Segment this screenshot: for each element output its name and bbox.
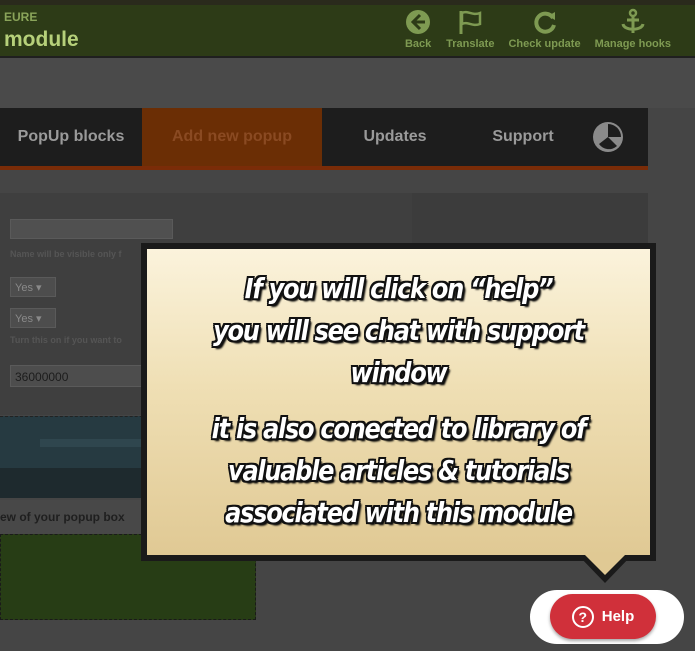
manage-hooks-button[interactable]: Manage hooks bbox=[595, 8, 671, 50]
callout-line-3: window bbox=[350, 356, 448, 389]
active-select[interactable]: Yes ▾ bbox=[10, 277, 56, 297]
anchor-icon bbox=[621, 8, 645, 33]
module-header: EURE module Back Translate Check update … bbox=[0, 0, 695, 58]
check-update-button[interactable]: Check update bbox=[508, 8, 581, 50]
back-button[interactable]: Back bbox=[404, 8, 432, 50]
refresh-icon bbox=[533, 11, 556, 34]
translate-button[interactable]: Translate bbox=[446, 8, 494, 50]
breadcrumb: EURE bbox=[4, 10, 38, 24]
flag-icon bbox=[459, 10, 482, 34]
back-arrow-icon bbox=[406, 10, 431, 34]
tab-support[interactable]: Support bbox=[468, 108, 578, 166]
option-select[interactable]: Yes ▾ bbox=[10, 308, 56, 328]
page-title: module bbox=[4, 28, 79, 51]
callout-line-6: associated with this module bbox=[225, 496, 573, 529]
question-mark-icon: ? bbox=[571, 605, 594, 628]
popup-name-input[interactable] bbox=[10, 219, 173, 239]
header-toolbar: Back Translate Check update Manage hooks bbox=[404, 8, 671, 50]
module-tabs: PopUp blocks Add new popup Updates Suppo… bbox=[0, 108, 648, 170]
callout-line-1: If you will click on “help” bbox=[244, 272, 554, 305]
help-button[interactable]: ? Help bbox=[550, 594, 656, 639]
tab-add-new-popup[interactable]: Add new popup bbox=[142, 108, 322, 166]
callout-line-2: you will see chat with support bbox=[213, 314, 585, 347]
toggle-hint: Turn this on if you want to bbox=[10, 335, 122, 345]
preview-label: ew of your popup box bbox=[0, 510, 125, 524]
callout-line-5: valuable articles & tutorials bbox=[228, 454, 570, 487]
name-hint: Name will be visible only f bbox=[10, 249, 122, 259]
tab-popup-blocks[interactable]: PopUp blocks bbox=[0, 108, 142, 166]
tab-updates[interactable]: Updates bbox=[322, 108, 468, 166]
logo-icon bbox=[578, 108, 638, 166]
cookie-time-input[interactable]: 36000000 bbox=[10, 365, 150, 387]
callout-line-4: it is also conected to library of bbox=[211, 412, 587, 445]
help-button-label: Help bbox=[601, 608, 635, 625]
